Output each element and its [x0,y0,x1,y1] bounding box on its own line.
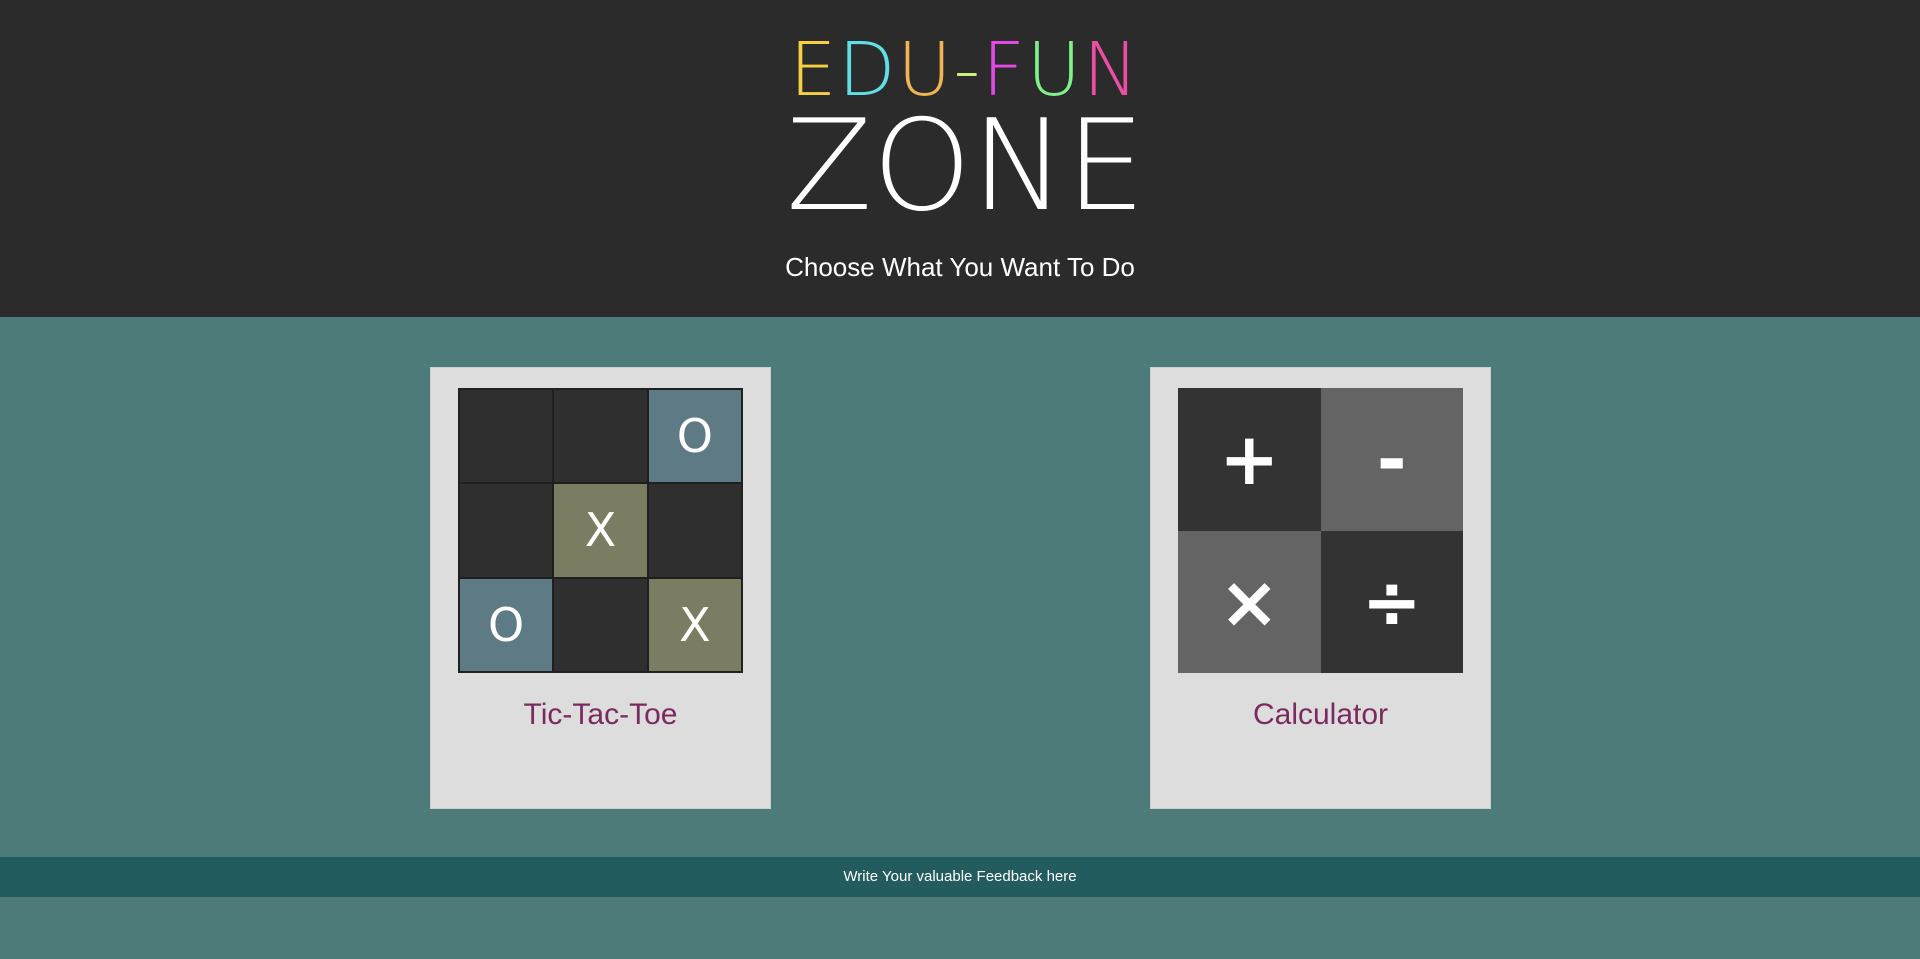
ttt-cell: O [459,577,554,672]
plus-icon: + [1178,388,1321,531]
logo-line2: ZONE [786,92,1146,239]
ttt-cell [553,577,648,672]
site-logo[interactable]: EDU-FUN ZONE [786,30,1146,239]
divide-icon: ÷ [1320,530,1463,673]
ttt-cell: O [647,389,742,484]
ttt-cell [553,389,648,484]
ttt-cell [647,483,742,578]
calculator-preview: + - × ÷ [1178,388,1463,673]
page-subtitle: Choose What You Want To Do [785,252,1135,282]
header: EDU-FUN ZONE Choose What You Want To Do [0,0,1920,317]
tictactoe-board-preview: O X O X [458,388,743,673]
tictactoe-link[interactable]: Tic-Tac-Toe [431,698,770,732]
ttt-cell [459,389,554,484]
ttt-cell [459,483,554,578]
calculator-card[interactable]: + - × ÷ Calculator [1150,367,1491,809]
ttt-cell: X [647,577,742,672]
ttt-cell: X [553,483,648,578]
multiply-icon: × [1178,530,1321,673]
minus-icon: - [1320,388,1463,531]
feedback-link[interactable]: Write Your valuable Feedback here [0,857,1920,897]
calculator-link[interactable]: Calculator [1151,698,1490,732]
tictactoe-card[interactable]: O X O X Tic-Tac-Toe [430,367,771,809]
